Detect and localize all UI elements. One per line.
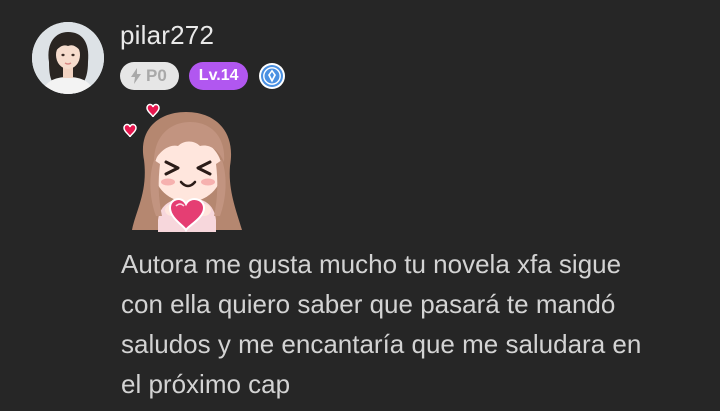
chibi-girl-holding-heart-sticker: [118, 100, 248, 233]
badge-row: P0 Lv.14: [120, 61, 286, 91]
comment-text-line: el próximo cap: [121, 369, 291, 399]
lightning-icon: [130, 68, 142, 84]
blue-diamond-badge-icon[interactable]: [258, 62, 286, 90]
level-badge[interactable]: Lv.14: [188, 62, 248, 90]
comment-text-line: saludos y me encantaría que me saludara …: [121, 329, 642, 359]
avatar[interactable]: [32, 22, 104, 94]
comment-text-line: Autora me gusta mucho tu novela xfa sigu…: [121, 249, 622, 279]
points-label: P0: [146, 66, 167, 85]
avatar-image: [32, 22, 104, 94]
comment-text-line: con ella quiero saber que pasará te mand…: [121, 289, 616, 319]
comment-text: Autora me gusta mucho tu novela xfa sigu…: [121, 244, 701, 404]
points-badge[interactable]: P0: [120, 62, 179, 90]
username[interactable]: pilar272: [120, 20, 214, 51]
comment-card: pilar272 P0 Lv.14 Autora me gusta mucho …: [0, 0, 720, 411]
